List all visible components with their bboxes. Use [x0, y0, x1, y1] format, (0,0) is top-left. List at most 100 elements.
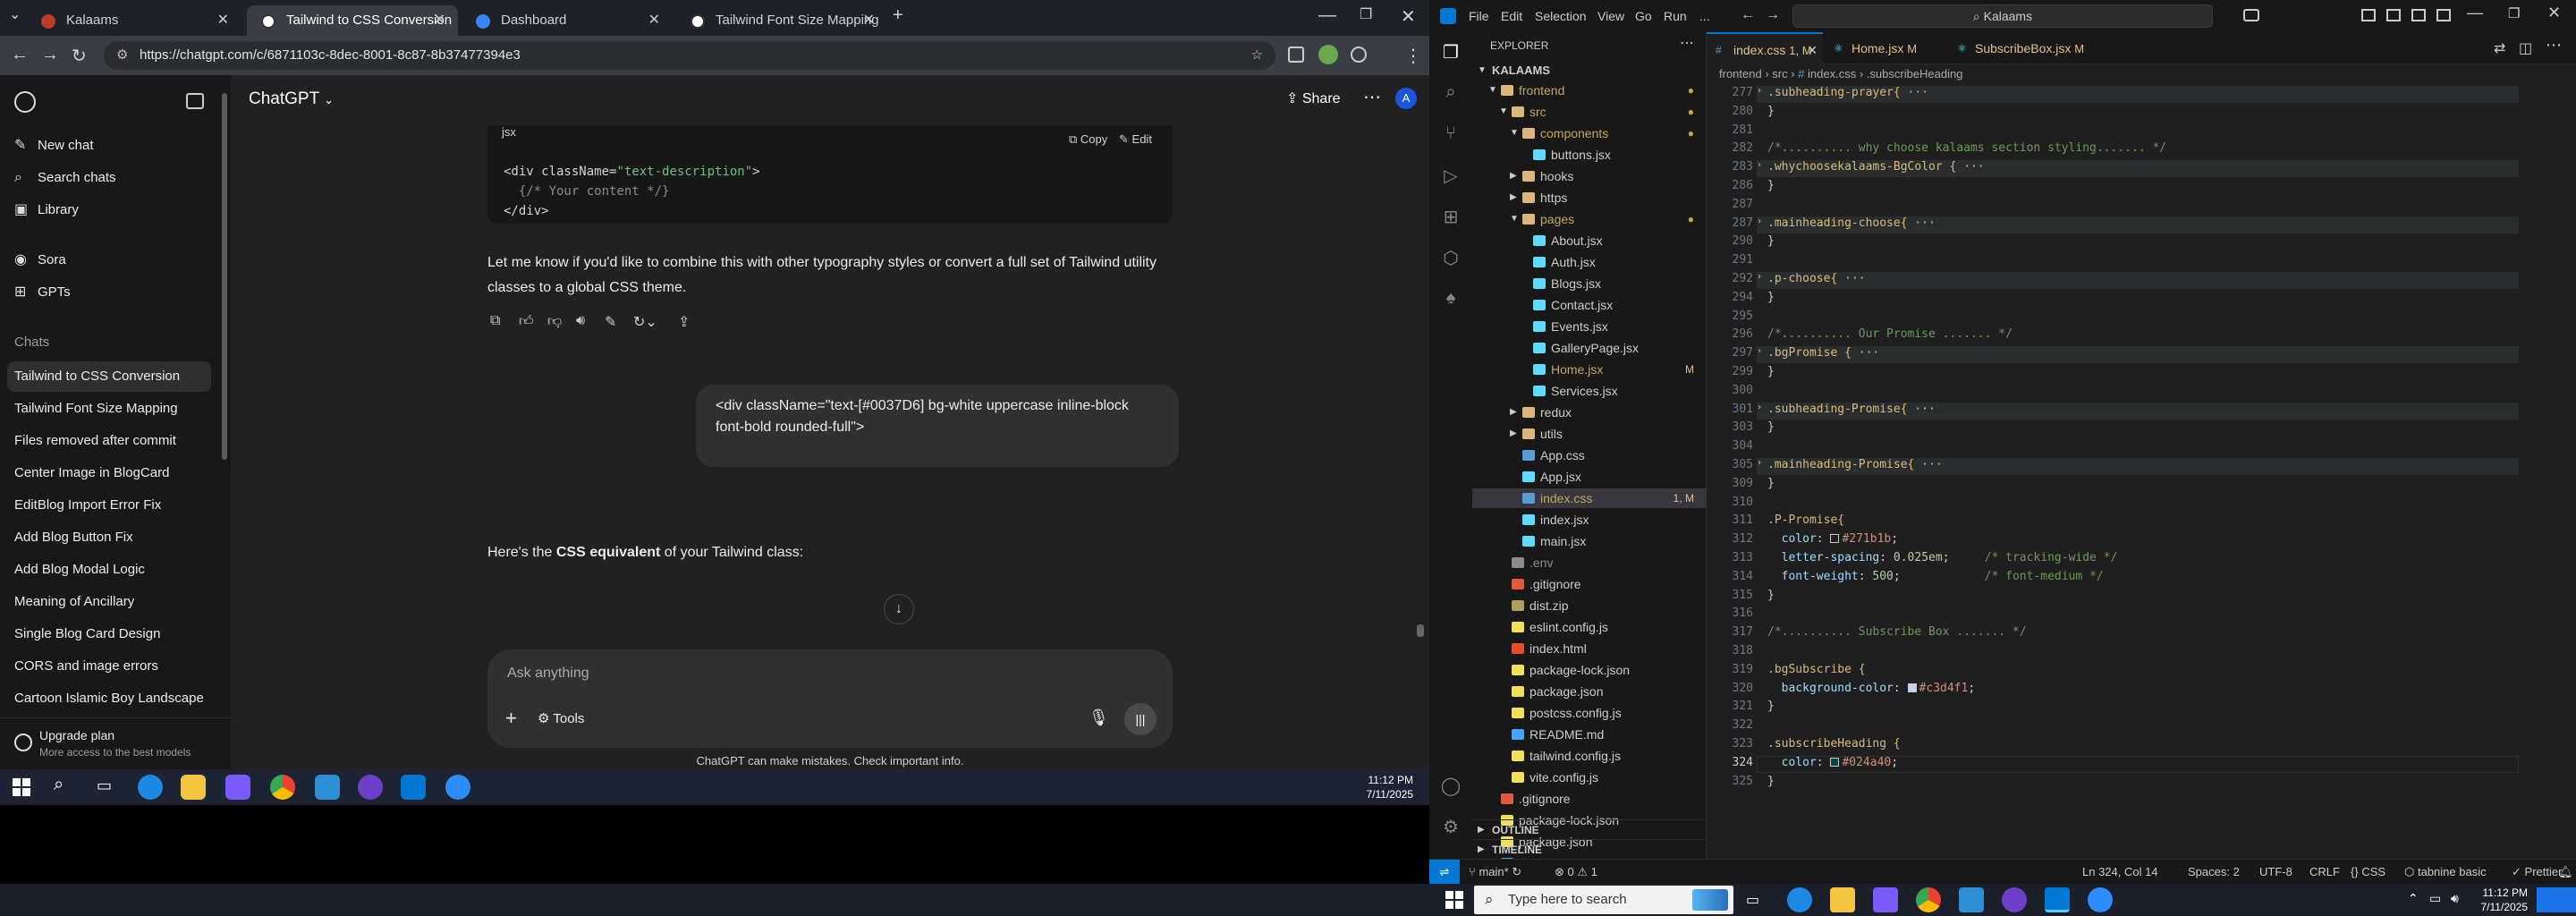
color-swatch[interactable]	[1830, 534, 1840, 543]
thumbs-up-icon[interactable]: 👍︎	[519, 313, 534, 330]
file-explorer-icon[interactable]	[1830, 887, 1855, 912]
network-icon[interactable]: ▭	[2429, 891, 2441, 906]
tree-folder[interactable]: ▼ frontend ●	[1472, 81, 1707, 100]
weather-widget-icon[interactable]	[2537, 887, 2576, 912]
close-icon[interactable]: ✕	[434, 5, 445, 36]
fold-chevron-icon[interactable]: ›	[1757, 216, 1762, 226]
copy-icon[interactable]: ⧉	[490, 313, 500, 329]
zoom-icon[interactable]	[445, 775, 470, 800]
chat-item[interactable]: Center Image in BlogCard	[7, 458, 211, 488]
restore-icon[interactable]: ❐	[1360, 5, 1372, 23]
editor-more-icon[interactable]: ⋯	[2546, 36, 2562, 55]
tree-file[interactable]: .gitignore	[1472, 789, 1707, 809]
tree-file[interactable]: buttons.jsx	[1472, 145, 1707, 165]
tree-file[interactable]: dist.zip	[1472, 596, 1707, 615]
github-desktop-icon[interactable]	[358, 775, 383, 800]
tree-folder[interactable]: ▼ components ●	[1472, 123, 1707, 143]
fold-chevron-icon[interactable]: ›	[1757, 403, 1762, 412]
bookmark-star-icon[interactable]: ☆	[1251, 41, 1263, 70]
chrome-icon[interactable]	[270, 775, 295, 800]
remote-icon[interactable]: ⇌	[1429, 860, 1460, 884]
profile-avatar[interactable]	[1318, 45, 1338, 64]
fold-chevron-icon[interactable]: ›	[1757, 458, 1762, 468]
tree-folder[interactable]: ▼ src ●	[1472, 102, 1707, 122]
scrollbar-thumb[interactable]	[1417, 624, 1424, 637]
store-icon[interactable]	[1873, 887, 1898, 912]
browser-tab-font-size[interactable]: Tailwind Font Size Mapping ✕	[676, 5, 887, 36]
gpts-button[interactable]: ⊞ GPTs	[14, 277, 71, 308]
explorer-root[interactable]: ▼ KALAAMS	[1472, 61, 1707, 81]
toggle-secondary-sidebar-icon[interactable]	[2411, 9, 2426, 21]
browser-tab-kalaams[interactable]: Kalaams ✕	[27, 5, 242, 36]
regenerate-icon[interactable]: ↻⌄	[633, 313, 657, 331]
menu-edit[interactable]: Edit	[1501, 0, 1522, 32]
close-icon[interactable]: ✕	[648, 5, 660, 36]
color-swatch[interactable]	[1907, 683, 1917, 692]
reload-icon[interactable]: ↻	[72, 45, 87, 67]
github-desktop-icon[interactable]	[2002, 887, 2027, 912]
copy-button[interactable]: ⧉ Copy	[1069, 132, 1107, 147]
tree-file[interactable]: README.md	[1472, 725, 1707, 744]
close-window-icon[interactable]: ✕	[1401, 5, 1416, 28]
store-icon[interactable]	[225, 775, 250, 800]
prettier-status[interactable]: ✓ Prettier	[2512, 860, 2562, 884]
chrome-icon[interactable]	[1916, 887, 1941, 912]
fold-chevron-icon[interactable]: ›	[1757, 272, 1762, 282]
site-info-icon[interactable]: ⚙	[116, 41, 128, 70]
menu-view[interactable]: View	[1597, 0, 1624, 32]
command-center[interactable]: ⌕ Kalaams	[1792, 4, 2213, 28]
taskbar-search-box[interactable]: ⌕ Type here to search	[1474, 886, 1733, 914]
copilot-icon[interactable]	[2243, 9, 2259, 21]
tabnine-status[interactable]: ⬡ tabnine basic	[2404, 860, 2487, 884]
chat-item[interactable]: EditBlog Import Error Fix	[7, 490, 211, 521]
breadcrumb-item[interactable]: frontend	[1719, 67, 1762, 81]
forward-icon[interactable]: →	[41, 45, 59, 65]
minimize-icon[interactable]: —	[1318, 5, 1336, 26]
minimize-icon[interactable]: —	[2467, 4, 2483, 22]
sora-button[interactable]: ◉ Sora	[14, 245, 66, 276]
explorer-more-icon[interactable]: ⋯	[1680, 34, 1694, 52]
problems-status[interactable]: ⊗ 0 ⚠ 1	[1555, 860, 1597, 884]
tree-file[interactable]: Services.jsx	[1472, 381, 1707, 401]
tree-file[interactable]: Contact.jsx	[1472, 295, 1707, 315]
line-ending[interactable]: CRLF	[2309, 860, 2340, 884]
tree-file[interactable]: Home.jsx M	[1472, 360, 1707, 379]
browser-menu-icon[interactable]: ⋮	[1404, 45, 1422, 67]
url-field[interactable]: ⚙ https://chatgpt.com/c/6871103c-8dec-80…	[104, 41, 1275, 70]
tree-file[interactable]: GalleryPage.jsx	[1472, 338, 1707, 358]
zoom-icon[interactable]	[2088, 887, 2113, 912]
restore-icon[interactable]: ❐	[2508, 5, 2520, 21]
back-icon[interactable]: ←	[1741, 7, 1755, 23]
tab-home-jsx[interactable]: ⚛ Home.jsx M	[1825, 32, 1946, 64]
chat-item[interactable]: CORS and image errors	[7, 651, 211, 682]
tree-file[interactable]: Blogs.jsx	[1472, 274, 1707, 293]
tree-file[interactable]: tailwind.config.js	[1472, 746, 1707, 766]
task-view-icon[interactable]: ▭	[97, 776, 112, 795]
account-icon[interactable]: ◯	[1440, 775, 1462, 796]
fold-chevron-icon[interactable]: ›	[1757, 160, 1762, 170]
chat-item[interactable]: Single Blog Card Design	[7, 619, 211, 649]
tools-button[interactable]: ⚙ Tools	[538, 710, 584, 726]
taskbar-clock[interactable]: 11:12 PM 7/11/2025	[2481, 886, 2529, 914]
new-chat-button[interactable]: ✎ New chat	[14, 131, 94, 161]
avatar[interactable]: A	[1395, 88, 1417, 109]
breadcrumb-item[interactable]: .subscribeHeading	[1867, 67, 1963, 81]
show-hidden-icons[interactable]: ⌃	[2408, 891, 2419, 906]
timeline-section[interactable]: ▶ TIMELINE	[1472, 839, 1707, 859]
extensions-icon[interactable]: ⊞	[1440, 206, 1462, 227]
main-scrollbar[interactable]	[1417, 75, 1424, 637]
tree-folder[interactable]: ▶ hooks	[1472, 166, 1707, 186]
mongodb-leaf-icon[interactable]: ♠	[1440, 288, 1462, 310]
tree-folder[interactable]: ▶ utils	[1472, 424, 1707, 444]
tree-file[interactable]: index.jsx	[1472, 510, 1707, 530]
new-tab-icon[interactable]: +	[893, 5, 903, 26]
tree-file[interactable]: index.css 1, M	[1472, 488, 1707, 508]
add-attachment-icon[interactable]: +	[505, 707, 517, 730]
tree-file[interactable]: vite.config.js	[1472, 768, 1707, 787]
run-debug-icon[interactable]: ▷	[1440, 165, 1462, 186]
encoding[interactable]: UTF-8	[2259, 860, 2292, 884]
share-button[interactable]: ⇪ Share	[1286, 89, 1341, 107]
microphone-icon[interactable]: 🎙︎	[1089, 708, 1109, 727]
breadcrumb-item[interactable]: index.css	[1808, 67, 1856, 81]
menu-go[interactable]: Go	[1635, 0, 1652, 32]
